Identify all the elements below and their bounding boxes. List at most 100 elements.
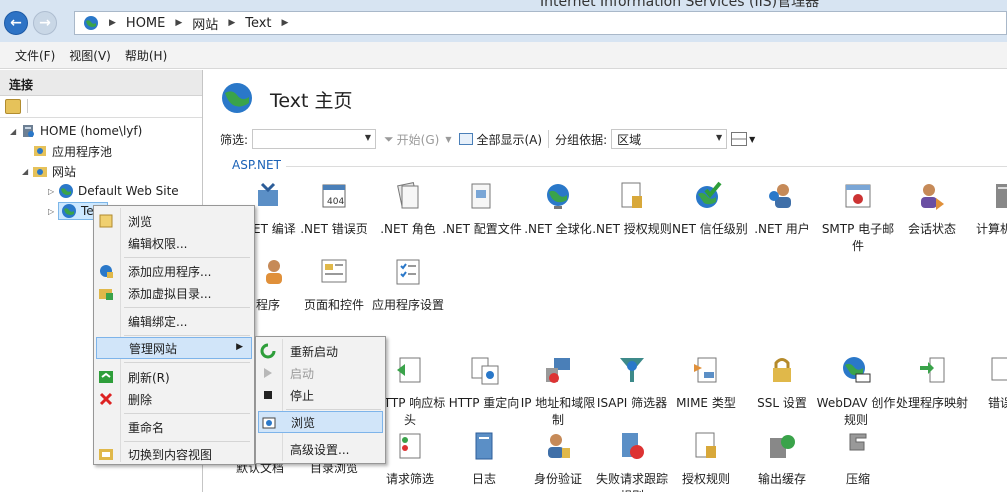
- feature-failed-request-tracing[interactable]: 失败请求跟踪规则: [592, 430, 672, 492]
- feature-ip-domain-restrictions[interactable]: IP 地址和域限制: [518, 354, 598, 429]
- breadcrumb-home[interactable]: HOME: [126, 16, 165, 31]
- feature-webdav-rules[interactable]: WebDAV 创作规则: [816, 354, 896, 429]
- feature-net-users[interactable]: .NET 用户: [742, 180, 822, 238]
- feature-authentication[interactable]: 身份验证: [518, 430, 598, 488]
- tree-node-app-pools[interactable]: 应用程序池: [32, 142, 112, 160]
- start-button[interactable]: ⏷ 开始(G) ▼: [384, 131, 451, 148]
- menu-separator: [124, 441, 250, 442]
- expand-icon[interactable]: ▷: [48, 187, 58, 196]
- compression-icon: [849, 433, 867, 451]
- sub-stop[interactable]: 停止: [258, 384, 383, 406]
- ctx-edit-permissions[interactable]: 编辑权限...: [96, 232, 252, 254]
- show-all-button[interactable]: 全部显示(A): [459, 131, 542, 148]
- feature-ssl-settings[interactable]: SSL 设置: [742, 354, 822, 412]
- create-connection-icon[interactable]: [5, 99, 21, 114]
- group-by-select[interactable]: 区域 ▼: [611, 129, 728, 149]
- feature-mime-types[interactable]: MIME 类型: [666, 354, 746, 412]
- content-view-icon: [99, 449, 113, 460]
- globe-icon: [547, 184, 569, 209]
- sub-advanced-settings[interactable]: 高级设置...: [258, 438, 383, 460]
- pages-icon: [321, 259, 347, 283]
- tree-label-server: HOME (home\lyf): [40, 124, 143, 138]
- feature-handler-mappings[interactable]: 处理程序映射: [892, 354, 972, 412]
- ctx-add-application[interactable]: 添加应用程序...: [96, 260, 252, 282]
- feature-output-caching[interactable]: 输出缓存: [742, 430, 822, 488]
- menu-separator: [124, 413, 250, 414]
- ctx-edit-bindings[interactable]: 编辑绑定...: [96, 310, 252, 332]
- sub-restart[interactable]: 重新启动: [258, 340, 383, 362]
- ctx-add-virtual-directory[interactable]: 添加虚拟目录...: [96, 282, 252, 304]
- providers-icon: [266, 260, 282, 284]
- authorization-icon: [621, 182, 642, 208]
- ctx-refresh[interactable]: 刷新(R): [96, 366, 252, 388]
- group-by-label: 分组依据:: [555, 132, 608, 147]
- email-icon: [845, 184, 871, 208]
- chevron-right-icon: ▶: [281, 18, 289, 28]
- mime-icon: [694, 357, 717, 383]
- tree-node-server[interactable]: ◢ HOME (home\lyf): [10, 122, 142, 140]
- auth-icon: [548, 434, 570, 458]
- tree-node-default-site[interactable]: ▷ Default Web Site: [48, 182, 179, 200]
- view-mode-icon[interactable]: [731, 132, 748, 146]
- feature-compression[interactable]: 压缩: [818, 430, 898, 488]
- sub-start[interactable]: 启动: [258, 362, 383, 384]
- forward-button[interactable]: →: [33, 11, 57, 35]
- feature-app-settings[interactable]: 应用程序设置: [368, 256, 448, 314]
- feature-net-globalization[interactable]: .NET 全球化: [518, 180, 598, 238]
- dropdown-arrow-icon[interactable]: ▼: [749, 135, 755, 144]
- cache-icon: [770, 435, 795, 458]
- address-bar[interactable]: ▶ HOME ▶ 网站 ▶ Text ▶: [74, 11, 1007, 35]
- funnel-icon: ⏷: [384, 131, 394, 146]
- feature-http-redirect[interactable]: HTTP 重定向: [444, 354, 524, 412]
- dropdown-arrow-icon[interactable]: ▼: [716, 133, 722, 142]
- ctx-browse[interactable]: 浏览: [96, 210, 252, 232]
- feature-net-profile[interactable]: .NET 配置文件: [442, 180, 522, 238]
- collapse-icon[interactable]: ◢: [10, 127, 20, 136]
- submenu-arrow-icon: ▶: [236, 342, 243, 352]
- feature-error-pages[interactable]: 错误: [966, 354, 1007, 412]
- dropdown-arrow-icon[interactable]: ▼: [445, 135, 451, 144]
- breadcrumb-text[interactable]: Text: [245, 16, 271, 31]
- dropdown-arrow-icon[interactable]: ▼: [365, 133, 371, 142]
- start-label: 开始(G): [396, 132, 440, 147]
- expand-icon[interactable]: ▷: [48, 207, 58, 216]
- menu-separator: [124, 335, 250, 336]
- sub-browse[interactable]: 浏览: [258, 411, 383, 433]
- feature-isapi-filters[interactable]: ISAPI 筛选器: [592, 354, 672, 412]
- ctx-delete[interactable]: 删除: [96, 388, 252, 410]
- ctx-rename[interactable]: 重命名: [96, 416, 252, 438]
- handler-icon: [920, 357, 945, 383]
- ctx-manage-website[interactable]: 管理网站 ▶: [96, 337, 252, 359]
- headers-icon: [397, 357, 421, 383]
- globe-icon: [59, 184, 73, 198]
- feature-logging[interactable]: 日志: [444, 430, 524, 488]
- feature-session-state[interactable]: 会话状态: [892, 180, 972, 238]
- back-button[interactable]: ←: [4, 11, 28, 35]
- section-divider: [286, 166, 1007, 167]
- feature-net-authorization[interactable]: .NET 授权规则: [592, 180, 672, 238]
- menu-help[interactable]: 帮助(H): [118, 47, 174, 64]
- menu-view[interactable]: 视图(V): [62, 47, 118, 64]
- menu-file[interactable]: 文件(F): [8, 47, 62, 64]
- trust-globe-icon: [696, 181, 722, 208]
- feature-smtp-email[interactable]: SMTP 电子邮件: [818, 180, 898, 255]
- ip-restrict-icon: [546, 358, 570, 383]
- filter-input[interactable]: ▼: [252, 129, 377, 149]
- users-icon: [769, 184, 791, 208]
- ctx-switch-content-view[interactable]: 切换到内容视图: [96, 443, 252, 465]
- feature-net-trust-levels[interactable]: .NET 信任级别: [668, 180, 748, 238]
- feature-machine-key[interactable]: 计算机: [962, 180, 1007, 238]
- tree-label-default-site: Default Web Site: [78, 184, 179, 198]
- feature-net-roles[interactable]: .NET 角色: [368, 180, 448, 238]
- breadcrumb-sites[interactable]: 网站: [192, 14, 218, 33]
- feature-net-error-pages[interactable]: 404 .NET 错误页: [294, 180, 374, 238]
- collapse-icon[interactable]: ◢: [22, 167, 32, 176]
- feature-authorization-rules[interactable]: 授权规则: [666, 430, 746, 488]
- app-settings-icon: [396, 259, 420, 285]
- request-filter-icon: [399, 433, 421, 459]
- tree-node-sites[interactable]: ◢ 网站: [22, 162, 76, 180]
- feature-pages-controls[interactable]: 页面和控件: [294, 256, 374, 314]
- restart-icon: [260, 343, 276, 359]
- chevron-right-icon: ▶: [175, 18, 183, 28]
- toolbar-divider: [27, 99, 28, 113]
